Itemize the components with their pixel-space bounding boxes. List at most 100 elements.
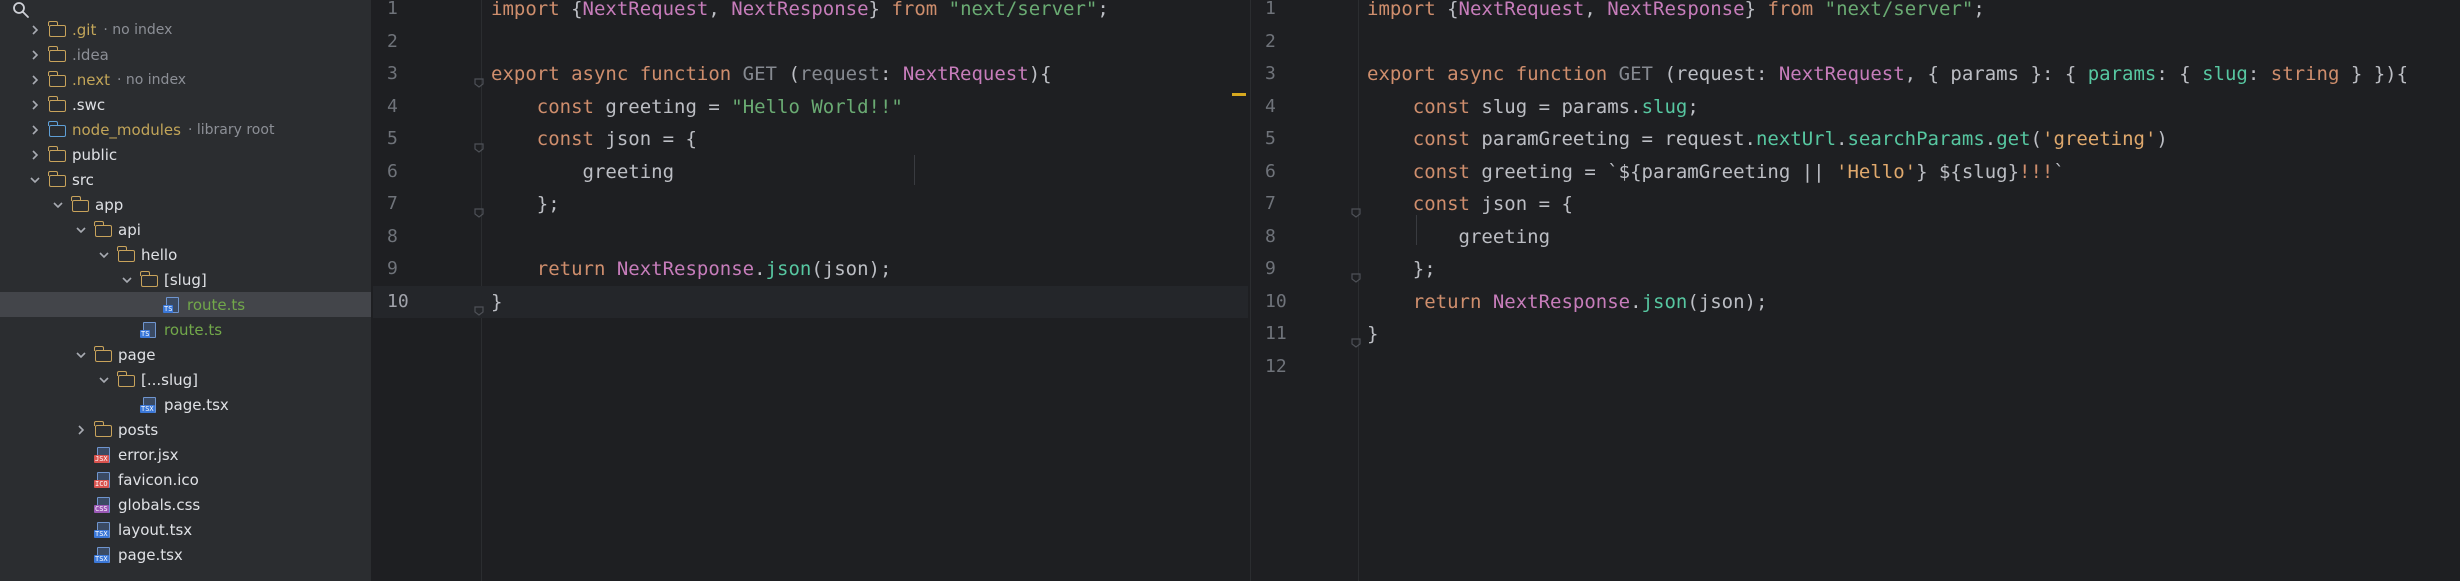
- line-number[interactable]: 9: [387, 253, 427, 285]
- chevron-right-icon[interactable]: [28, 48, 42, 62]
- tree-folder-item[interactable]: .swc: [0, 92, 371, 117]
- code-line[interactable]: 7 const json = {: [1251, 188, 2460, 220]
- fold-marker-icon[interactable]: [473, 197, 485, 218]
- code-line[interactable]: 8 greeting: [1251, 221, 2460, 253]
- chevron-right-icon[interactable]: [28, 73, 42, 87]
- tree-item-label: favicon.ico: [118, 470, 199, 489]
- code-line[interactable]: 11}: [1251, 318, 2460, 350]
- code-line[interactable]: 3 export async function GET (request: Nex…: [1251, 58, 2460, 90]
- code-token: params: [2087, 63, 2157, 85]
- tree-folder-item[interactable]: page: [0, 342, 371, 367]
- line-number[interactable]: 1: [1265, 0, 1305, 25]
- code-line[interactable]: 2: [1251, 26, 2460, 58]
- line-number[interactable]: 7: [387, 188, 427, 220]
- tree-folder-item[interactable]: posts: [0, 417, 371, 442]
- line-number[interactable]: 5: [1265, 123, 1305, 155]
- editor-right[interactable]: 1 import {NextRequest, NextResponse} from…: [1250, 0, 2460, 581]
- code-token: .: [1984, 128, 1997, 150]
- tree-folder-item[interactable]: [slug]: [0, 267, 371, 292]
- line-number[interactable]: 2: [1265, 26, 1305, 58]
- fold-marker-icon[interactable]: [473, 295, 485, 316]
- chevron-right-icon[interactable]: [28, 98, 42, 112]
- line-number[interactable]: 10: [387, 286, 427, 318]
- code-line[interactable]: 5 const paramGreeting = request.nextUrl.…: [1251, 123, 2460, 155]
- line-number[interactable]: 5: [387, 123, 427, 155]
- code-line[interactable]: 9 return NextResponse.json(json);: [373, 253, 1248, 285]
- tree-folder-item[interactable]: src: [0, 167, 371, 192]
- code-token: json = {: [605, 128, 697, 150]
- tree-folder-item[interactable]: [...slug]: [0, 367, 371, 392]
- line-number[interactable]: 4: [1265, 91, 1305, 123]
- code-line[interactable]: 6 const greeting = `${paramGreeting || '…: [1251, 156, 2460, 188]
- code-text: greeting: [491, 156, 675, 188]
- tree-file-item[interactable]: JSX error.jsx: [0, 442, 371, 467]
- line-number[interactable]: 4: [387, 91, 427, 123]
- code-line[interactable]: 1 import {NextRequest, NextResponse} from…: [1251, 0, 2460, 25]
- tree-folder-item[interactable]: app: [0, 192, 371, 217]
- code-line[interactable]: 7 };: [373, 188, 1248, 220]
- fold-marker-icon[interactable]: [1350, 262, 1362, 283]
- tree-file-item[interactable]: TSX page.tsx: [0, 392, 371, 417]
- editor-left[interactable]: 1 import {NextRequest, NextResponse} from…: [373, 0, 1248, 581]
- tree-folder-item[interactable]: .next · no index: [0, 67, 371, 92]
- code-line[interactable]: 5 const json = {: [373, 123, 1248, 155]
- line-number[interactable]: 6: [1265, 156, 1305, 188]
- line-number[interactable]: 7: [1265, 188, 1305, 220]
- chevron-right-icon[interactable]: [28, 148, 42, 162]
- tree-folder-item[interactable]: .idea: [0, 42, 371, 67]
- line-number[interactable]: 10: [1265, 286, 1305, 318]
- code-line[interactable]: 4 const slug = params.slug;: [1251, 91, 2460, 123]
- chevron-down-icon[interactable]: [74, 348, 88, 362]
- line-number[interactable]: 8: [1265, 221, 1305, 253]
- code-token: json: [1641, 290, 1688, 313]
- line-number[interactable]: 9: [1265, 253, 1305, 285]
- code-token: (json);: [1687, 290, 1768, 313]
- folder-shape: [94, 345, 112, 362]
- code-line[interactable]: 1 import {NextRequest, NextResponse} from…: [373, 0, 1248, 25]
- code-line[interactable]: 6 greeting: [373, 156, 1248, 188]
- tree-folder-item[interactable]: node_modules · library root: [0, 117, 371, 142]
- chevron-down-icon[interactable]: [51, 198, 65, 212]
- code-line[interactable]: 12: [1251, 351, 2460, 383]
- fold-marker-icon[interactable]: [473, 132, 485, 153]
- fold-marker-icon[interactable]: [1350, 197, 1362, 218]
- code-line[interactable]: 10 return NextResponse.json(json);: [1251, 286, 2460, 318]
- tree-file-item[interactable]: CSS globals.css: [0, 492, 371, 517]
- chevron-down-icon[interactable]: [120, 273, 134, 287]
- code-line[interactable]: 9 };: [1251, 253, 2460, 285]
- chevron-down-icon[interactable]: [28, 173, 42, 187]
- line-number[interactable]: 1: [387, 0, 427, 25]
- chevron-right-icon[interactable]: [74, 423, 88, 437]
- code-line[interactable]: 4 const greeting = "Hello World!!": [373, 91, 1248, 123]
- line-number[interactable]: 6: [387, 156, 427, 188]
- line-number[interactable]: 12: [1265, 351, 1305, 383]
- code-line[interactable]: 2: [373, 26, 1248, 58]
- tree-folder-item[interactable]: public: [0, 142, 371, 167]
- chevron-down-icon[interactable]: [74, 223, 88, 237]
- tree-folder-item[interactable]: hello: [0, 242, 371, 267]
- line-number[interactable]: 3: [1265, 58, 1305, 90]
- fold-marker-icon[interactable]: [473, 67, 485, 88]
- tree-file-item[interactable]: TSX layout.tsx: [0, 517, 371, 542]
- code-token: const: [1412, 193, 1482, 215]
- line-number[interactable]: 8: [387, 221, 427, 253]
- tree-folder-item[interactable]: .git · no index: [0, 17, 371, 42]
- line-number[interactable]: 2: [387, 26, 427, 58]
- fold-marker-icon[interactable]: [1350, 327, 1362, 348]
- warning-stripe-marker[interactable]: [1232, 93, 1246, 96]
- tree-folder-item[interactable]: api: [0, 217, 371, 242]
- code-line[interactable]: 3 export async function GET (request: Nex…: [373, 58, 1248, 90]
- code-line[interactable]: 8: [373, 221, 1248, 253]
- tree-file-item[interactable]: ICO favicon.ico: [0, 467, 371, 492]
- chevron-right-icon[interactable]: [28, 23, 42, 37]
- chevron-right-icon[interactable]: [28, 123, 42, 137]
- chevron-down-icon[interactable]: [97, 248, 111, 262]
- line-number[interactable]: 11: [1265, 318, 1305, 350]
- code-line[interactable]: 10}: [373, 285, 1248, 318]
- line-number[interactable]: 3: [387, 58, 427, 90]
- tree-file-item[interactable]: TSX page.tsx: [0, 542, 371, 567]
- code-token: "next/server": [1824, 0, 1974, 20]
- tree-file-item[interactable]: TS route.ts: [0, 292, 371, 317]
- tree-file-item[interactable]: TS route.ts: [0, 317, 371, 342]
- chevron-down-icon[interactable]: [97, 373, 111, 387]
